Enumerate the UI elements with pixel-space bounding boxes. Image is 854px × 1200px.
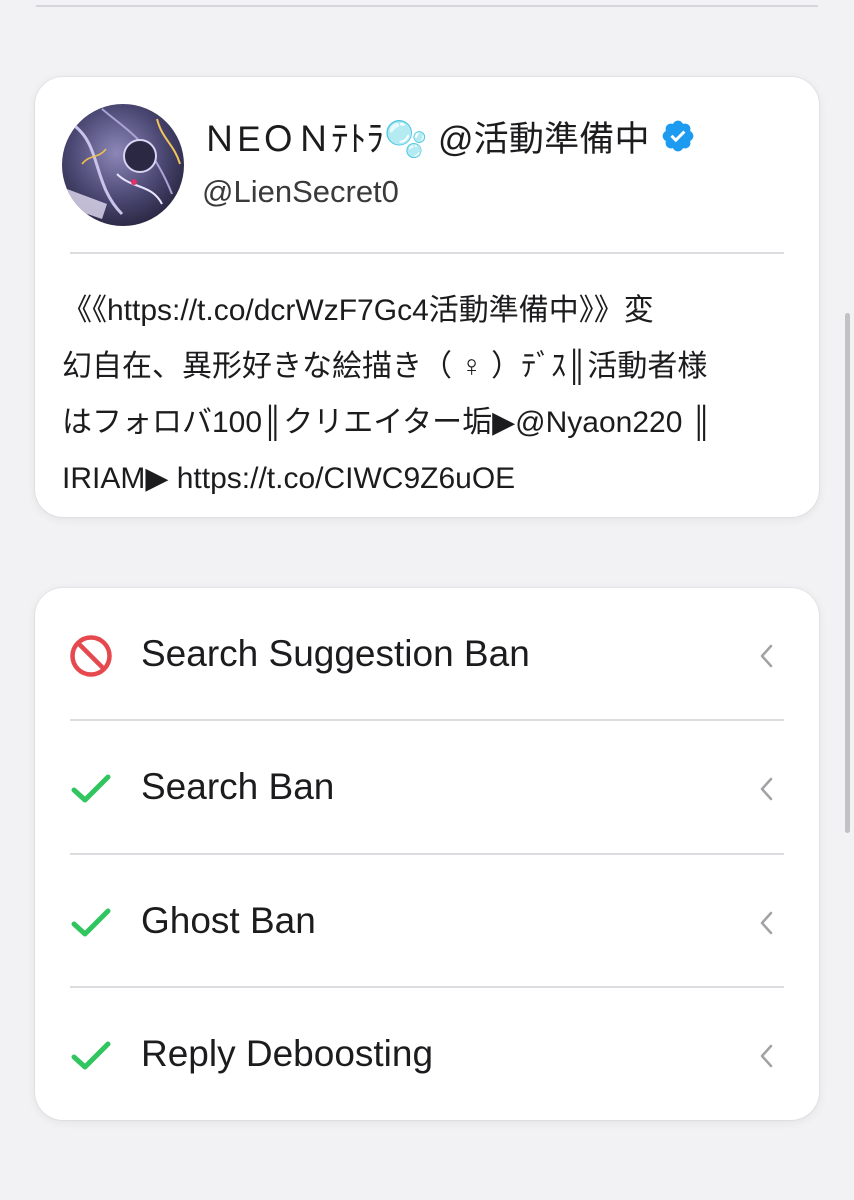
profile-bio: 《《https://t.co/dcrWzF7Gc4活動準備中》》変 幻自在、異形…: [62, 283, 792, 507]
status-label: Ghost Ban: [141, 900, 316, 941]
checkmark-icon: [69, 1034, 113, 1078]
status-label: Search Ban: [141, 766, 335, 807]
checkmark-icon: [69, 767, 113, 811]
prohibited-icon: [69, 634, 113, 678]
profile-handle[interactable]: @LienSecret0: [202, 174, 399, 210]
status-row-ghost-ban[interactable]: Ghost Ban: [35, 855, 819, 987]
bio-line: 幻自在、異形好きな絵描き（ ♀ ）ﾃﾞｽ║活動者様: [62, 350, 708, 383]
chevron-left-icon[interactable]: [757, 775, 777, 803]
checkmark-icon: [69, 901, 113, 945]
scroll-indicator[interactable]: [845, 313, 850, 833]
shadowban-status-card: Search Suggestion Ban Search Ban Ghost B…: [35, 588, 819, 1120]
bio-line: 《《https://t.co/dcrWzF7Gc4活動準備中》》変: [62, 294, 654, 327]
chevron-left-icon[interactable]: [757, 1042, 777, 1070]
profile-card: ＮΕＯＮﾃﾄﾗ🫧 @活動準備中 @LienSecret0 《《https://t…: [35, 77, 819, 517]
status-row-search-ban[interactable]: Search Ban: [35, 721, 819, 853]
display-name-row: ＮΕＯＮﾃﾄﾗ🫧 @活動準備中: [202, 113, 696, 159]
chevron-left-icon[interactable]: [757, 909, 777, 937]
bio-line: IRIAM▶ https://t.co/CIWC9Z6uOE: [62, 462, 516, 495]
display-name: ＮΕＯＮﾃﾄﾗ🫧 @活動準備中: [202, 119, 650, 159]
profile-divider: [70, 252, 784, 254]
verified-badge-icon: [660, 118, 696, 154]
bio-line: はフォロバ100║クリエイター垢▶@Nyaon220 ║: [62, 406, 712, 439]
avatar-image: [62, 104, 184, 226]
status-label: Search Suggestion Ban: [141, 633, 530, 674]
status-row-reply-deboosting[interactable]: Reply Deboosting: [35, 988, 819, 1120]
status-row-search-suggestion-ban[interactable]: Search Suggestion Ban: [35, 588, 819, 720]
chevron-left-icon[interactable]: [757, 642, 777, 670]
status-label: Reply Deboosting: [141, 1033, 434, 1074]
top-divider: [36, 5, 818, 7]
avatar[interactable]: [62, 104, 184, 226]
